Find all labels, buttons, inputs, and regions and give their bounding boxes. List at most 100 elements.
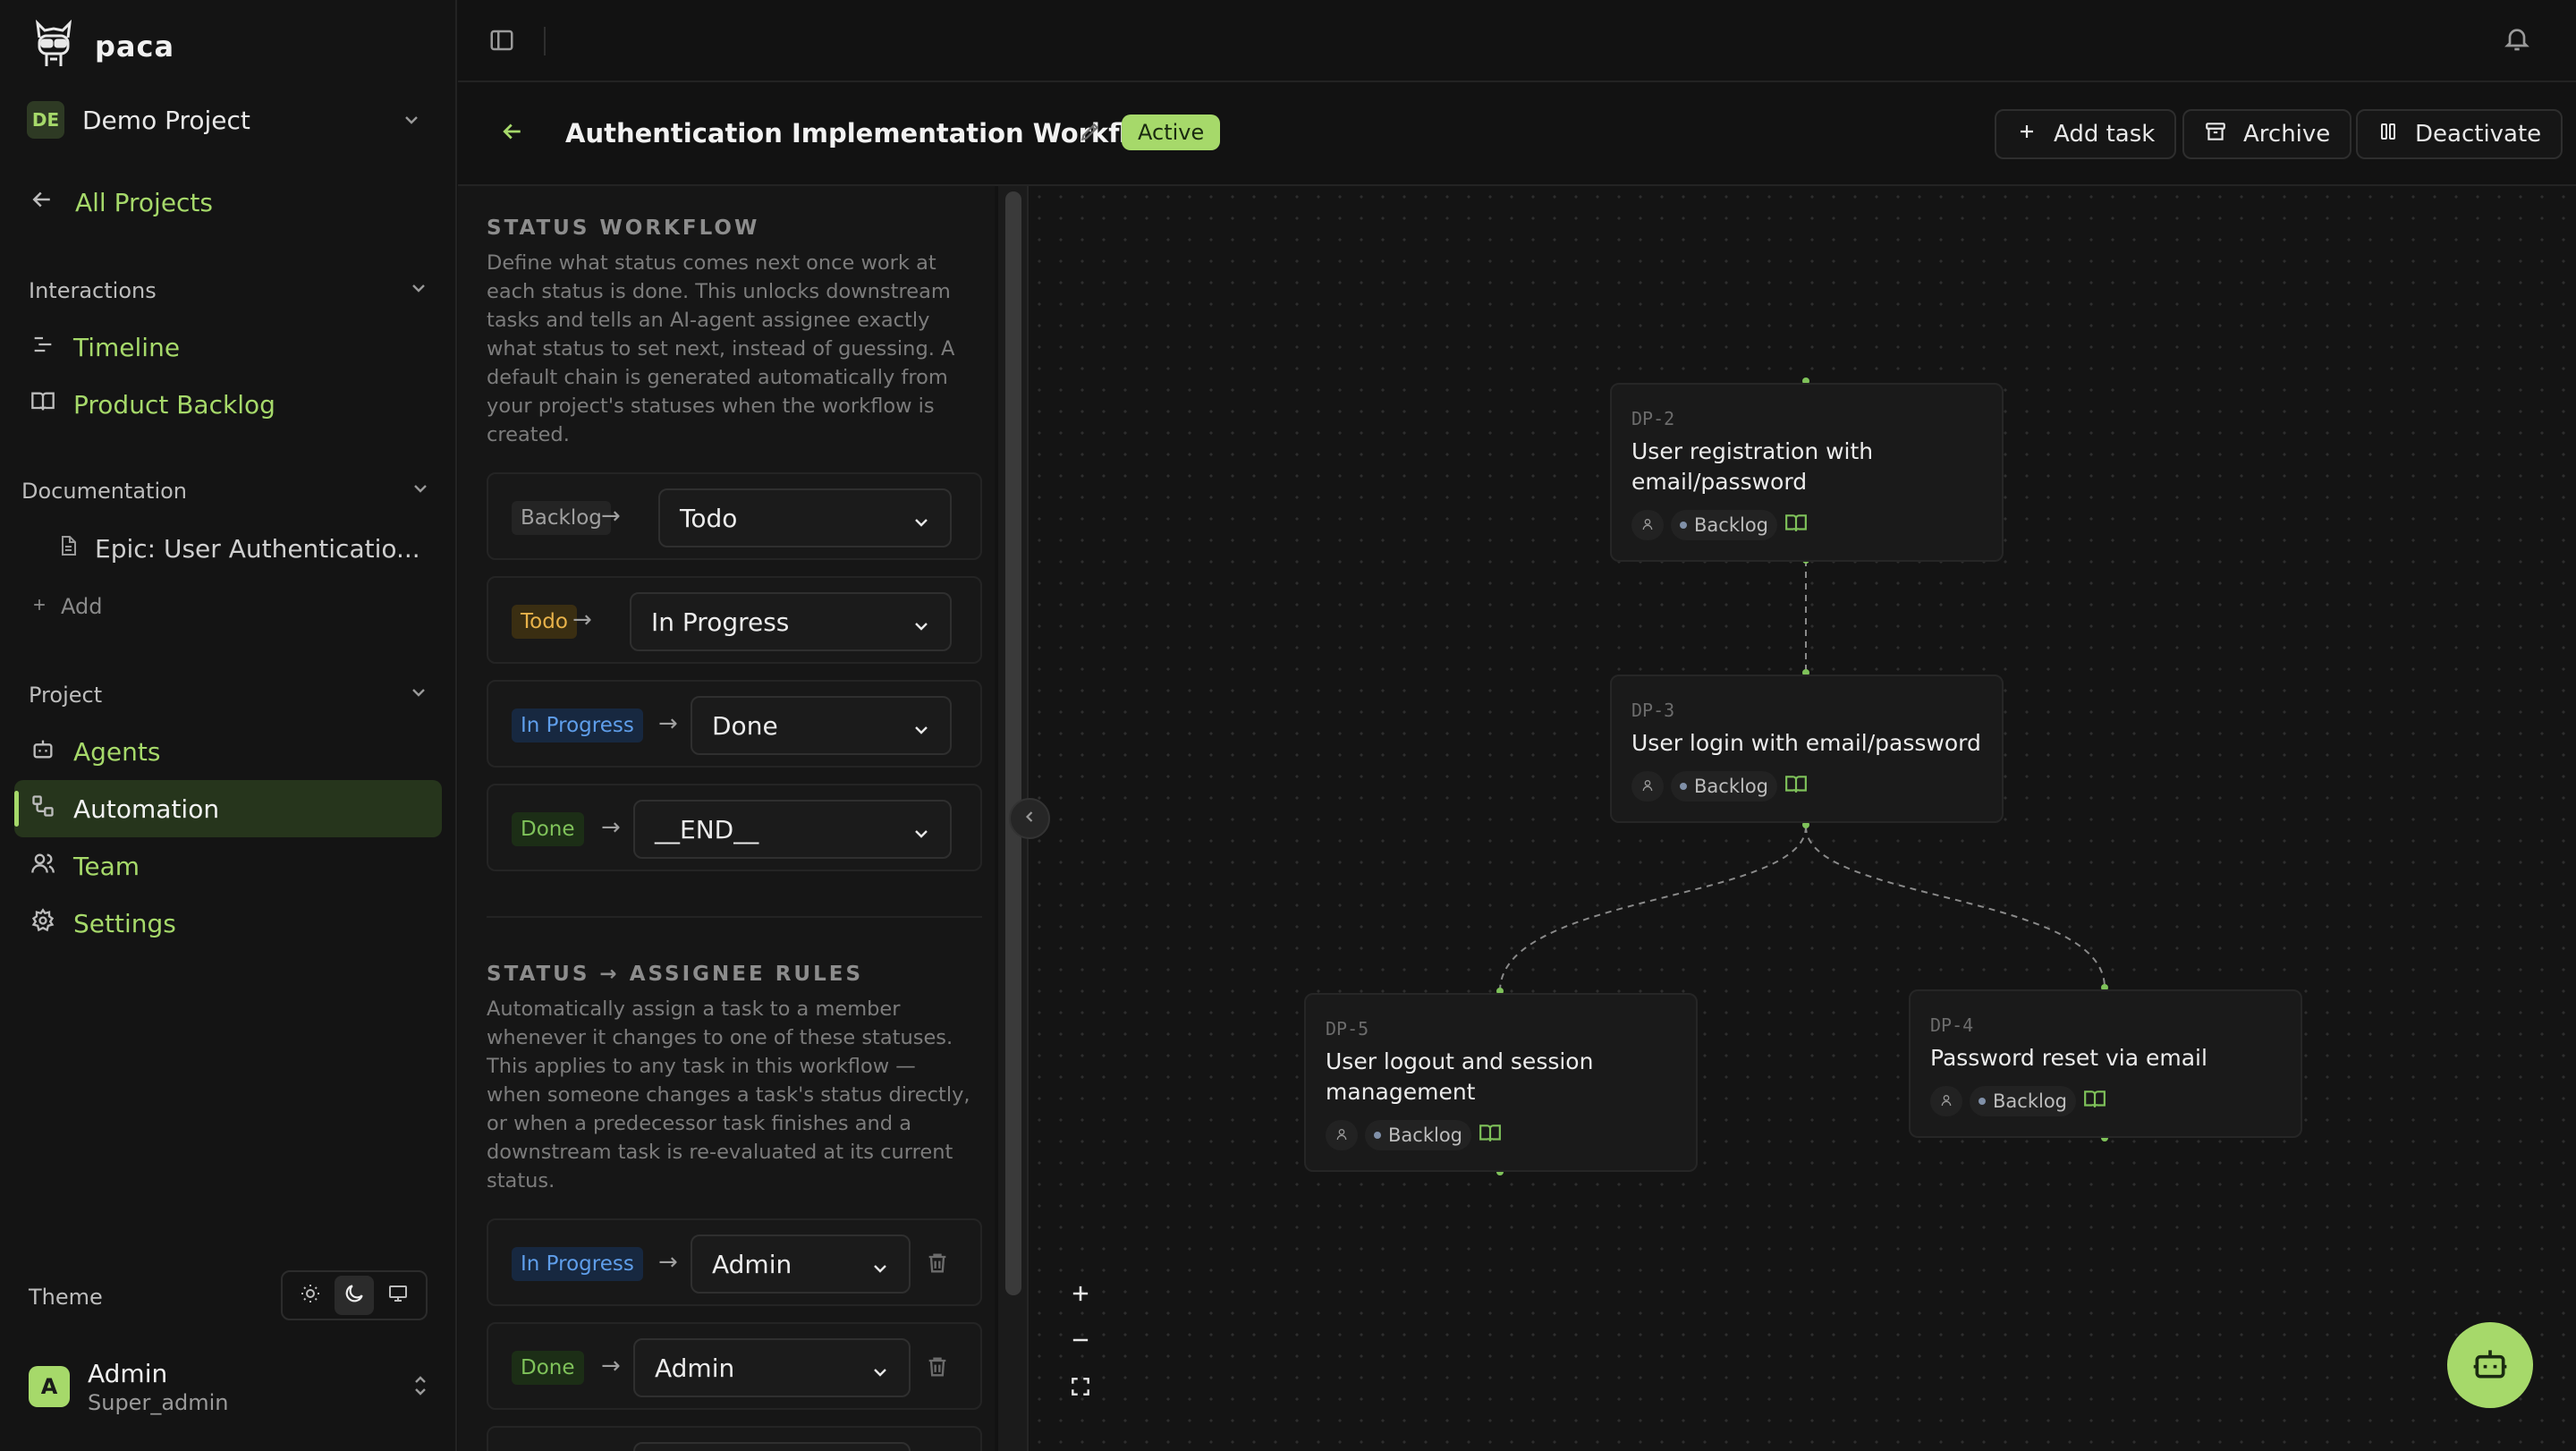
arrow-right-icon: → — [601, 1353, 621, 1379]
add-task-button[interactable]: Add task — [1995, 109, 2177, 159]
status-chip: In Progress — [512, 709, 643, 742]
status-label: Backlog — [1993, 1090, 2067, 1112]
arrow-right-icon: → — [601, 814, 621, 841]
chevron-up-down-icon — [410, 1372, 431, 1403]
trash-icon[interactable] — [925, 1251, 950, 1279]
status-pill[interactable]: Backlog — [1671, 771, 1777, 802]
assignee-select[interactable] — [633, 1442, 911, 1451]
sidebar-item-team[interactable]: Team — [14, 837, 442, 895]
assignee-rules-title: STATUS → ASSIGNEE RULES — [487, 963, 864, 986]
status-pill[interactable]: Backlog — [1970, 1086, 2076, 1116]
sidebar-item-agents[interactable]: Agents — [14, 723, 442, 780]
plus-icon — [1068, 1281, 1093, 1310]
arrow-left-icon — [29, 186, 55, 219]
task-id: DP-3 — [1631, 700, 1675, 721]
interactions-section-header[interactable]: Interactions — [29, 277, 429, 304]
task-node-dp-5[interactable]: DP-5 User logout and session management … — [1304, 993, 1698, 1172]
select-value: Admin — [712, 1249, 792, 1279]
zoom-out-button[interactable] — [1063, 1329, 1098, 1354]
chevron-down-icon — [869, 1256, 891, 1286]
timeline-icon — [30, 332, 55, 363]
trash-icon[interactable] — [925, 1354, 950, 1383]
status-workflow-description: Define what status comes next once work … — [487, 251, 955, 446]
all-projects-link[interactable]: All Projects — [29, 186, 213, 219]
status-dot — [1680, 783, 1687, 790]
task-title: User login with email/password — [1631, 730, 1981, 756]
sun-icon — [300, 1283, 321, 1308]
section-divider — [487, 916, 982, 918]
sidebar-item-automation[interactable]: Automation — [14, 780, 442, 837]
theme-light-button[interactable] — [291, 1276, 330, 1315]
minus-icon — [1068, 1328, 1093, 1356]
book-icon[interactable] — [1784, 773, 1808, 800]
next-status-select[interactable]: __END__ — [633, 800, 952, 859]
task-node-dp-3[interactable]: DP-3 User login with email/password Back… — [1610, 675, 2004, 823]
task-id: DP-2 — [1631, 408, 1675, 429]
zoom-in-button[interactable] — [1063, 1283, 1098, 1308]
sidebar-toggle-icon[interactable] — [488, 27, 515, 57]
panel-scrollbar[interactable] — [1005, 191, 1021, 1295]
gear-icon — [30, 907, 55, 939]
assignee-chip[interactable] — [1930, 1086, 1962, 1116]
project-badge: DE — [27, 101, 64, 139]
theme-dark-button[interactable] — [334, 1276, 374, 1315]
bell-icon[interactable] — [2503, 23, 2531, 57]
book-icon[interactable] — [1479, 1122, 1502, 1149]
task-node-dp-4[interactable]: DP-4 Password reset via email Backlog — [1909, 989, 2302, 1138]
theme-system-button[interactable] — [378, 1276, 418, 1315]
chevron-down-icon — [911, 821, 932, 851]
assignee-chip[interactable] — [1631, 771, 1664, 802]
workflow-row: In Progress → Done — [487, 680, 982, 768]
project-section-header[interactable]: Project — [29, 682, 429, 709]
workflow-canvas[interactable]: DP-2 User registration with email/passwo… — [1029, 186, 2576, 1451]
status-pill[interactable]: Backlog — [1671, 510, 1777, 540]
deactivate-label: Deactivate — [2415, 121, 2542, 148]
fit-view-button[interactable] — [1063, 1376, 1098, 1401]
sidebar-item-label: Product Backlog — [73, 389, 275, 420]
status-label: Backlog — [1694, 776, 1768, 797]
sidebar-item-settings[interactable]: Settings — [14, 895, 442, 952]
status-pill[interactable]: Backlog — [1365, 1120, 1471, 1150]
back-arrow-icon[interactable] — [499, 118, 526, 148]
book-icon[interactable] — [2083, 1088, 2106, 1115]
assignee-rules-description: Automatically assign a task to a member … — [487, 997, 970, 1192]
status-dot — [1979, 1098, 1986, 1105]
user-menu[interactable]: A Admin Super_admin — [29, 1356, 431, 1417]
sidebar-item-product-backlog[interactable]: Product Backlog — [14, 376, 442, 433]
task-title: User registration with email/password — [1631, 438, 1874, 495]
pencil-icon[interactable] — [1079, 120, 1102, 147]
add-doc-button[interactable]: Add — [30, 594, 102, 619]
deactivate-button[interactable]: Deactivate — [2356, 109, 2563, 159]
user-icon — [1939, 1090, 1953, 1112]
archive-button[interactable]: Archive — [2182, 109, 2352, 159]
app-logo[interactable]: paca — [32, 19, 174, 73]
project-selector[interactable]: DE Demo Project — [27, 98, 431, 141]
ai-assistant-button[interactable] — [2447, 1322, 2533, 1408]
workflow-row: Done → __END__ — [487, 784, 982, 871]
status-chip: Todo — [512, 605, 577, 639]
task-node-dp-2[interactable]: DP-2 User registration with email/passwo… — [1610, 383, 2004, 562]
documentation-section-header[interactable]: Documentation — [21, 478, 431, 505]
select-value: Admin — [655, 1353, 735, 1383]
collapse-panel-button[interactable] — [1009, 798, 1050, 839]
assignee-select[interactable]: Admin — [633, 1338, 911, 1397]
assignee-chip[interactable] — [1326, 1120, 1358, 1150]
sidebar-item-label: Settings — [73, 908, 176, 938]
next-status-select[interactable]: Todo — [658, 488, 952, 547]
assignee-chip[interactable] — [1631, 510, 1664, 540]
status-chip: Done — [512, 1351, 584, 1385]
sidebar: paca DE Demo Project All Projects Intera… — [0, 0, 457, 1451]
status-label: Backlog — [1694, 514, 1768, 536]
next-status-select[interactable]: Done — [691, 696, 952, 755]
sidebar-item-timeline[interactable]: Timeline — [14, 318, 442, 376]
status-badge: Active — [1122, 115, 1221, 150]
task-title: User logout and session management — [1326, 1048, 1594, 1105]
doc-item-label: Epic: User Authenticatio... — [95, 534, 420, 564]
book-icon[interactable] — [1784, 512, 1808, 539]
bot-icon — [2470, 1344, 2510, 1387]
assignee-rule-row-partial — [487, 1426, 982, 1451]
doc-item-epic[interactable]: Epic: User Authenticatio... — [57, 533, 420, 564]
assignee-select[interactable]: Admin — [691, 1235, 911, 1294]
add-label: Add — [61, 594, 103, 619]
next-status-select[interactable]: In Progress — [630, 592, 952, 651]
